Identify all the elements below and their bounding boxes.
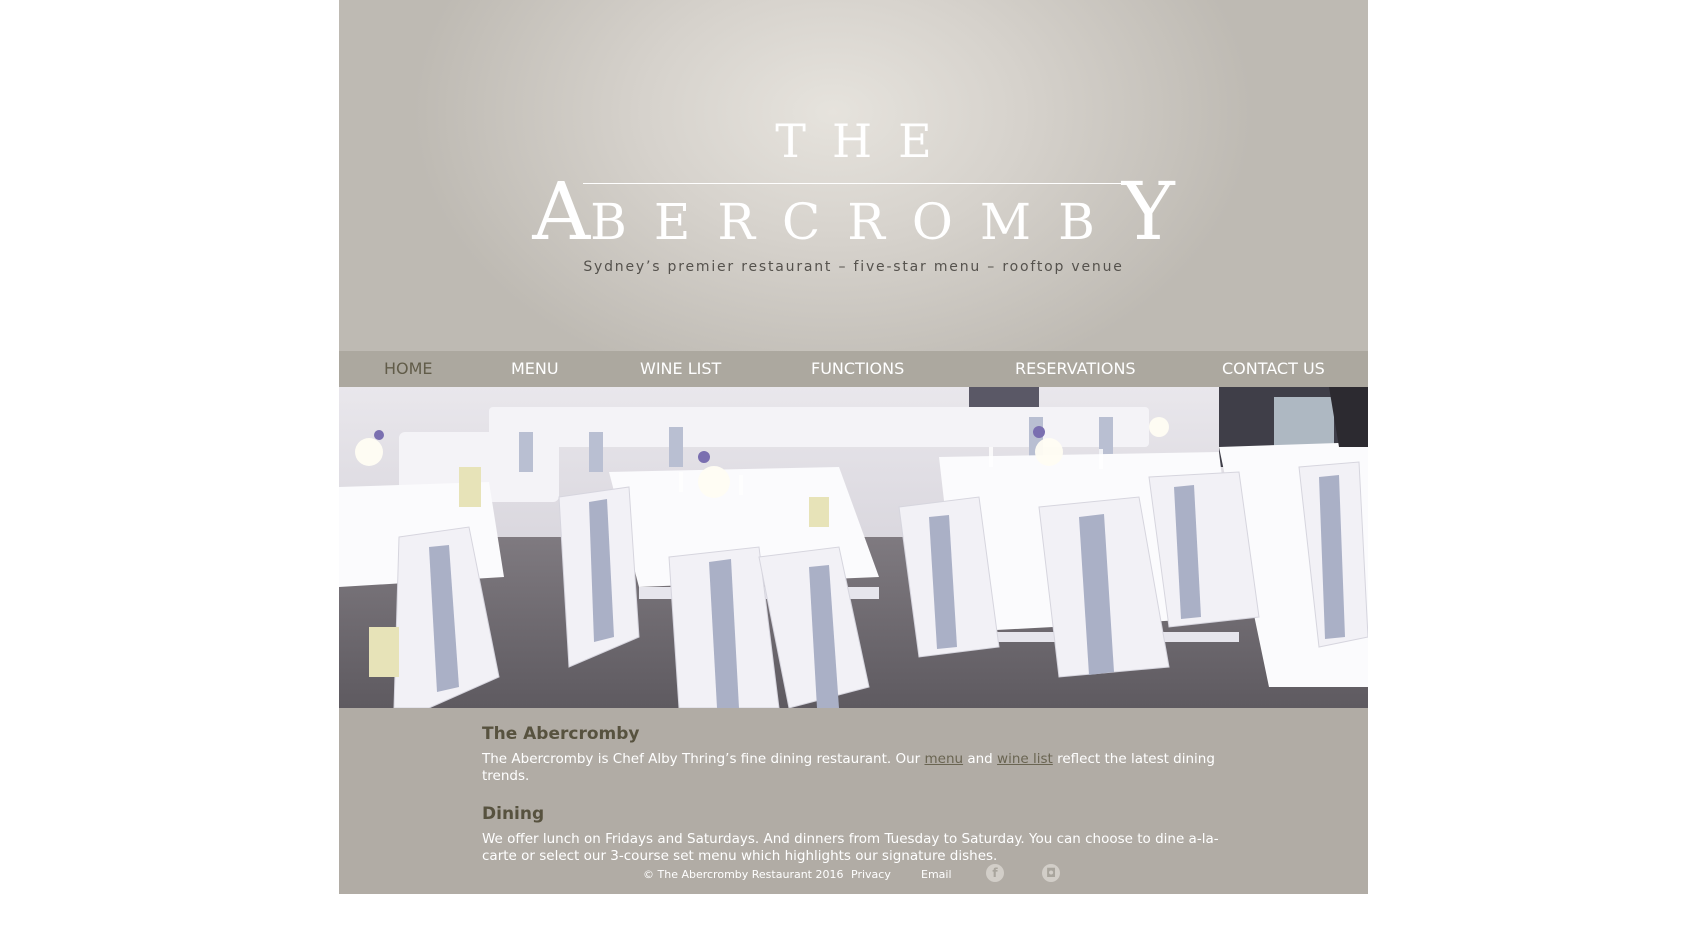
nav-wine-list[interactable]: WINE LIST — [640, 360, 721, 378]
page-container: THE ABERCROMBY Sydney’s premier restaura… — [339, 0, 1368, 894]
about-text-1: The Abercromby is Chef Alby Thring’s fin… — [482, 751, 925, 767]
nav-reservations[interactable]: RESERVATIONS — [1015, 360, 1136, 378]
logo-the: THE — [775, 114, 958, 168]
logo-name[interactable]: ABERCROMBY — [339, 172, 1368, 252]
instagram-icon[interactable]: ◘ — [1042, 864, 1060, 882]
header-banner: THE ABERCROMBY Sydney’s premier restaura… — [339, 0, 1368, 351]
wine-list-link[interactable]: wine list — [997, 751, 1053, 767]
logo-letters-middle: BERCROMB — [590, 193, 1122, 251]
logo-letter-y: Y — [1121, 165, 1175, 258]
about-text-2: and — [963, 751, 998, 767]
main-content: The Abercromby The Abercromby is Chef Al… — [482, 708, 1242, 864]
tagline: Sydney’s premier restaurant – five-star … — [583, 259, 1124, 275]
logo-letter-a: A — [532, 165, 591, 258]
paragraph-about: The Abercromby is Chef Alby Thring’s fin… — [482, 751, 1242, 784]
paragraph-dining: We offer lunch on Fridays and Saturdays.… — [482, 831, 1219, 864]
copyright: © The Abercromby Restaurant 2016 — [643, 868, 844, 881]
menu-link[interactable]: menu — [924, 751, 963, 767]
heading-about: The Abercromby — [482, 724, 640, 744]
facebook-icon[interactable]: f — [986, 864, 1004, 882]
nav-functions[interactable]: FUNCTIONS — [811, 360, 904, 378]
main-nav: HOME MENU WINE LIST FUNCTIONS RESERVATIO… — [339, 351, 1368, 387]
heading-dining: Dining — [482, 804, 545, 824]
dining-room-illustration — [339, 387, 1368, 708]
footer: © The Abercromby Restaurant 2016 Privacy… — [339, 862, 1368, 886]
email-link[interactable]: Email — [921, 868, 952, 881]
privacy-link[interactable]: Privacy — [851, 868, 891, 881]
nav-menu[interactable]: MENU — [511, 360, 559, 378]
nav-home[interactable]: HOME — [384, 360, 433, 378]
dining-room-photo — [339, 387, 1368, 708]
nav-contact-us[interactable]: CONTACT US — [1222, 360, 1325, 378]
